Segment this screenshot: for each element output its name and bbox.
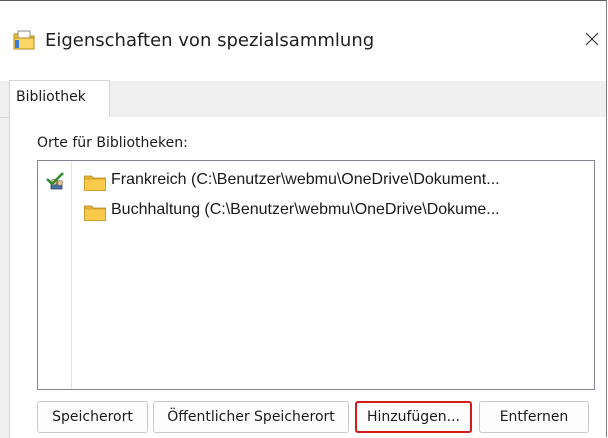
location-path: Buchhaltung (C:\Benutzer\webmu\OneDrive\…	[111, 201, 500, 218]
add-location-button[interactable]: Hinzufügen...	[355, 401, 472, 433]
library-folder-icon	[12, 28, 36, 52]
folder-icon	[84, 174, 106, 191]
close-button[interactable]	[578, 25, 606, 57]
title-bar: Eigenschaften von spezialsammlung	[0, 1, 606, 81]
list-item[interactable]: Buchhaltung (C:\Benutzer\webmu\OneDrive\…	[38, 197, 594, 225]
tab-label: Bibliothek	[16, 89, 86, 105]
list-column-divider	[71, 161, 72, 389]
folder-icon	[84, 204, 106, 221]
close-icon	[584, 31, 600, 51]
set-public-save-location-button[interactable]: Öffentlicher Speicherort	[153, 401, 349, 433]
list-item[interactable]: Frankreich (C:\Benutzer\webmu\OneDrive\D…	[38, 167, 594, 195]
set-save-location-button[interactable]: Speicherort	[37, 401, 148, 433]
default-location-check-icon	[46, 172, 68, 192]
dialog-title: Eigenschaften von spezialsammlung	[45, 30, 375, 51]
locations-label: Orte für Bibliotheken:	[37, 135, 188, 151]
properties-dialog: Eigenschaften von spezialsammlung Biblio…	[0, 0, 607, 438]
location-path: Frankreich (C:\Benutzer\webmu\OneDrive\D…	[111, 171, 500, 188]
library-locations-list[interactable]: Frankreich (C:\Benutzer\webmu\OneDrive\D…	[37, 160, 595, 390]
remove-location-button[interactable]: Entfernen	[479, 401, 589, 433]
tab-bibliothek[interactable]: Bibliothek	[9, 80, 110, 118]
